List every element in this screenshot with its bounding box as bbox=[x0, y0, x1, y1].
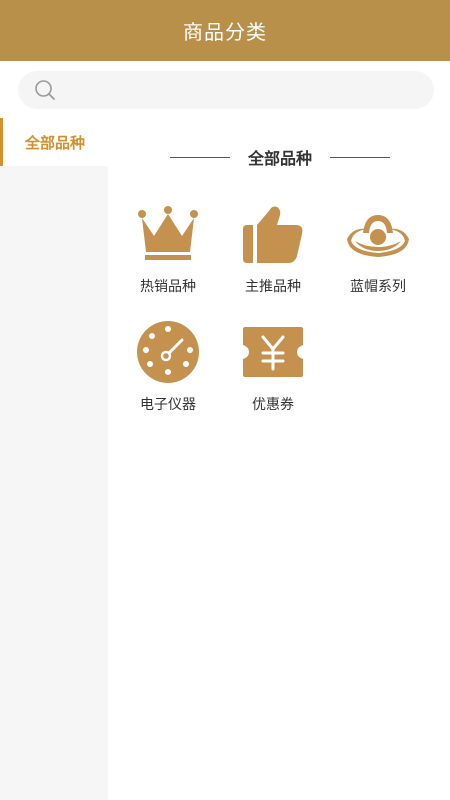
page-title: 商品分类 bbox=[183, 20, 267, 44]
category-recommended[interactable]: 主推品种 bbox=[231, 200, 315, 310]
app-header: 商品分类 bbox=[0, 0, 450, 61]
search-input[interactable] bbox=[64, 71, 434, 109]
gauge-icon bbox=[134, 318, 202, 386]
category-blue-hat[interactable]: 蓝帽系列 bbox=[336, 200, 420, 310]
category-label: 主推品种 bbox=[245, 279, 301, 295]
category-label: 蓝帽系列 bbox=[350, 279, 406, 295]
category-label: 热销品种 bbox=[140, 279, 196, 295]
category-sidebar: 全部品种 bbox=[0, 118, 108, 800]
crown-icon bbox=[134, 200, 202, 268]
search-bar[interactable] bbox=[18, 71, 434, 109]
category-label: 电子仪器 bbox=[140, 397, 196, 413]
section-header: 全部品种 bbox=[170, 145, 390, 169]
category-coupons[interactable]: 优惠券 bbox=[231, 318, 315, 428]
category-electronic-devices[interactable]: 电子仪器 bbox=[126, 318, 210, 428]
thumbs-up-icon bbox=[239, 200, 307, 268]
sidebar-item-all[interactable]: 全部品种 bbox=[0, 118, 108, 166]
section-title: 全部品种 bbox=[247, 149, 312, 168]
coupon-icon bbox=[239, 318, 307, 386]
category-label: 优惠券 bbox=[252, 397, 294, 413]
divider-right bbox=[329, 156, 390, 158]
sidebar-item-label: 全部品种 bbox=[25, 133, 86, 152]
category-hot-sale[interactable]: 热销品种 bbox=[126, 200, 210, 310]
search-icon bbox=[34, 79, 56, 101]
divider-left bbox=[170, 156, 230, 158]
blue-hat-icon bbox=[344, 200, 412, 268]
